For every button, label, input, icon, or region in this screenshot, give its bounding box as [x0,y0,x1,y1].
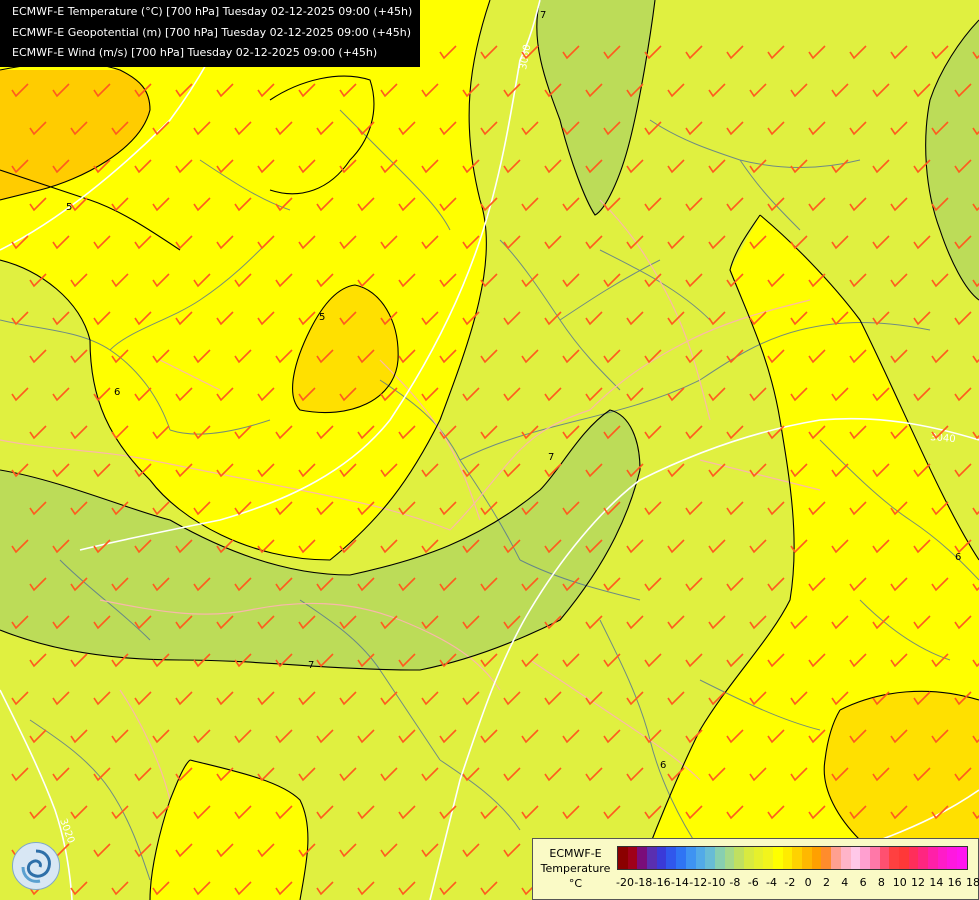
legend-tick-label: -20 [616,876,634,889]
header-line-wind: ECMWF-E Wind (m/s) [700 hPa] Tuesday 02-… [12,46,378,59]
legend-tick-label: -18 [634,876,653,889]
legend-tick-labels: -20 -18 -16 -14 -12 -10 -8 -6 -4 -2 0 2 4 6 8 10 12 14 16 1… [616,876,979,890]
map-header: ECMWF-E Temperature (°C) [700 hPa] Tuesd… [0,0,420,67]
orange-patch-southeast [824,691,979,840]
legend-color-swatch [763,847,773,869]
legend-color-swatch [685,847,696,869]
legend-color-swatch [724,847,735,869]
legend-tick-label: -2 [784,876,796,889]
temperature-legend: ECMWF-E Temperature °C -20 -18 -16 -14 -12 -1… [532,838,979,900]
legend-color-swatch [714,847,725,869]
header-line-geopotential: ECMWF-E Geopotential (m) [700 hPa] Tuesd… [12,25,412,39]
legend-title-source: ECMWF-E [549,847,602,860]
legend-color-swatch [821,847,832,869]
header-line-temperature: ECMWF-E Temperature (°C) [700 hPa] Tuesd… [12,5,413,18]
isotherm-label: 7 [548,452,554,463]
legend-color-swatch [957,847,967,869]
legend-color-swatch [618,847,628,869]
legend-color-swatch [782,847,793,869]
legend-title-variable: Temperature [540,862,611,875]
legend-color-swatch [802,847,812,869]
legend-color-swatch [831,847,841,869]
legend-tick-label: -14 [670,876,689,889]
weather-map: 5 5 6 6 6 7 7 7 3020 3040 3060 [0,0,979,900]
ecmwf-logo-icon [12,842,60,890]
legend-color-swatch [860,847,870,869]
legend-color-swatch [928,847,938,869]
legend-color-swatch [666,847,677,869]
legend-color-swatch [937,847,948,869]
legend-color-swatch [753,847,764,869]
legend-color-swatch [705,847,715,869]
legend-tick-label: -8 [729,876,741,889]
legend-tick-label: 18 [966,876,979,889]
isotherm-label: 5 [319,312,325,323]
legend-color-swatch [889,847,899,869]
legend-color-swatch [695,847,706,869]
legend-tick-label: 8 [877,876,885,889]
legend-color-swatch [647,847,657,869]
legend-color-swatch [773,847,783,869]
isotherm-label: 7 [308,660,314,671]
isotherm-label: 6 [955,552,961,563]
legend-color-swatch [898,847,909,869]
legend-color-swatch [637,847,648,869]
legend-tick-label: 16 [947,876,962,889]
legend-color-swatch [734,847,744,869]
legend-color-swatch [792,847,803,869]
legend-color-swatch [627,847,638,869]
legend-color-bar [617,846,968,870]
isotherm-label: 7 [540,10,546,21]
isotherm-label: 6 [114,387,120,398]
legend-color-swatch [879,847,890,869]
legend-tick-label: 4 [841,876,849,889]
legend-tick-label: 0 [804,876,812,889]
legend-tick-label: 12 [911,876,926,889]
legend-color-swatch [947,847,958,869]
legend-color-swatch [918,847,928,869]
legend-tick-label: 14 [929,876,944,889]
isotherm-label: 6 [660,760,666,771]
legend-tick-label: -6 [747,876,759,889]
legend-color-swatch [676,847,686,869]
legend-color-swatch [869,847,880,869]
legend-tick-label: 6 [859,876,867,889]
legend-tick-label: -16 [652,876,671,889]
legend-title: ECMWF-E Temperature °C [533,846,618,891]
legend-tick-label: -10 [707,876,726,889]
legend-color-swatch [840,847,851,869]
ecmwf-logo-swirl-icon [21,849,51,883]
legend-color-swatch [850,847,861,869]
legend-tick-label: -4 [766,876,777,889]
legend-tick-label: 2 [822,876,830,889]
legend-tick-label: 10 [892,876,907,889]
legend-color-swatch [811,847,822,869]
legend-tick-label: -12 [689,876,708,889]
legend-color-swatch [656,847,667,869]
legend-title-unit: °C [568,877,583,890]
legend-color-swatch [908,847,919,869]
legend-color-swatch [743,847,754,869]
isotherm-label: 5 [66,202,72,213]
